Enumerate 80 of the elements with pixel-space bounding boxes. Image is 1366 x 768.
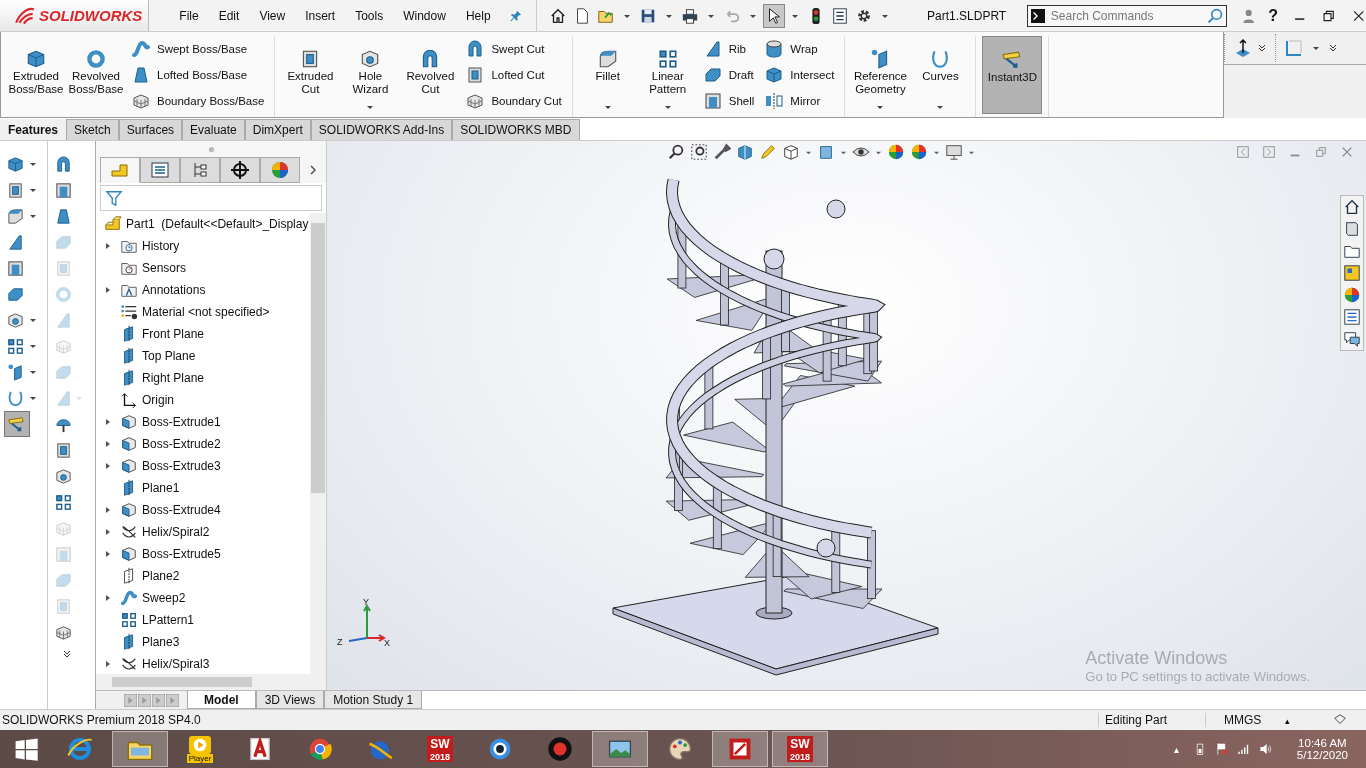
- tree-item[interactable]: Boss-Extrude5: [96, 543, 310, 565]
- unit-system-button[interactable]: MMGS ▴: [1205, 713, 1315, 727]
- ribbon-tab[interactable]: Sketch: [66, 119, 119, 140]
- tree-item[interactable]: Part1 (Default<<Default>_Display: [96, 213, 310, 235]
- ribbon-button[interactable]: Extruded Cut: [281, 36, 340, 114]
- editing-mode: Editing Part: [1098, 713, 1205, 727]
- tree-item[interactable]: Right Plane: [96, 367, 310, 389]
- ribbon-button[interactable]: Fillet: [578, 36, 637, 114]
- ribbon-button[interactable]: Mirror: [760, 88, 839, 114]
- tree-item[interactable]: Sensors: [96, 257, 310, 279]
- ribbon-button[interactable]: Lofted Boss/Base: [127, 62, 269, 88]
- tree-item[interactable]: Origin: [96, 389, 310, 411]
- app-name: SOLIDWORKS: [39, 7, 143, 24]
- ribbon-button[interactable]: Boundary Cut: [461, 88, 566, 114]
- ribbon-tab[interactable]: Surfaces: [118, 119, 183, 140]
- bottom-tab[interactable]: 3D Views: [255, 691, 325, 709]
- tree-item[interactable]: LPattern1: [96, 609, 310, 631]
- axis-label: Z: [337, 637, 343, 647]
- ribbon-tab[interactable]: DimXpert: [244, 119, 311, 140]
- tree-item[interactable]: Boss-Extrude1: [96, 411, 310, 433]
- app-logo[interactable]: SOLIDWORKS: [0, 0, 150, 31]
- tree-item[interactable]: Top Plane: [96, 345, 310, 367]
- ribbon-button[interactable]: Reference Geometry: [851, 36, 910, 114]
- ribbon-tab[interactable]: Evaluate: [182, 119, 245, 140]
- search-box[interactable]: Search Commands: [1026, 4, 1227, 27]
- menu-item[interactable]: View: [251, 8, 294, 23]
- tree-item[interactable]: Plane3: [96, 631, 310, 653]
- taskbar-button[interactable]: Player: [172, 731, 228, 767]
- activation-title: Activate Windows: [1085, 648, 1229, 669]
- tree-item[interactable]: Boss-Extrude4: [96, 499, 310, 521]
- ribbon-button[interactable]: Rib: [698, 36, 759, 62]
- tree-item[interactable]: Helix/Spiral2: [96, 521, 310, 543]
- bottom-tab[interactable]: Motion Study 1: [324, 691, 423, 709]
- ribbon-button[interactable]: Revolved Cut: [401, 36, 460, 114]
- activation-message: Go to PC settings to activate Windows.: [1085, 669, 1310, 684]
- ribbon-button[interactable]: Lofted Cut: [461, 62, 566, 88]
- menu-item[interactable]: Help: [457, 8, 499, 23]
- ribbon-button[interactable]: Swept Boss/Base: [127, 36, 269, 62]
- document-title: Part1.SLDPRT: [927, 8, 1008, 23]
- ribbon-tab[interactable]: SOLIDWORKS MBD: [452, 119, 580, 140]
- tree-item[interactable]: History: [96, 235, 310, 257]
- menu-item[interactable]: File: [171, 8, 207, 23]
- bottom-tab[interactable]: Model: [187, 691, 256, 709]
- menu-item[interactable]: Window: [395, 8, 454, 23]
- ribbon-button[interactable]: Shell: [698, 88, 759, 114]
- product-version: SOLIDWORKS Premium 2018 SP4.0: [1, 713, 202, 727]
- ribbon-button[interactable]: Intersect: [760, 62, 839, 88]
- tree-item[interactable]: Material <not specified>: [96, 301, 310, 323]
- ribbon-button[interactable]: Extruded Boss/Base: [7, 36, 65, 114]
- ribbon-button[interactable]: Linear Pattern: [638, 36, 697, 114]
- tray-arrow[interactable]: ▴: [1173, 743, 1179, 755]
- tree-item[interactable]: Plane1: [96, 477, 310, 499]
- ribbon-button[interactable]: Revolved Boss/Base: [67, 36, 125, 114]
- clock-date: 5/12/2020: [1296, 749, 1348, 761]
- ribbon-button[interactable]: Swept Cut: [461, 36, 566, 62]
- menu-item[interactable]: Tools: [347, 8, 392, 23]
- taskbar-button[interactable]: SW 2018: [772, 731, 828, 767]
- ribbon-button[interactable]: Hole Wizard: [341, 36, 400, 114]
- help-button[interactable]: ?: [1268, 6, 1278, 25]
- tree-item[interactable]: Boss-Extrude2: [96, 433, 310, 455]
- ribbon-tab[interactable]: Features: [0, 119, 67, 140]
- ribbon-tab[interactable]: SOLIDWORKS Add-Ins: [310, 119, 453, 140]
- tree-item[interactable]: Annotations: [96, 279, 310, 301]
- tree-item[interactable]: Sweep2: [96, 587, 310, 609]
- taskbar-button[interactable]: SW 2018: [412, 731, 468, 767]
- ribbon-button[interactable]: Wrap: [760, 36, 839, 62]
- ribbon-button[interactable]: Draft: [698, 62, 759, 88]
- tree-item[interactable]: Helix/Spiral3: [96, 653, 310, 674]
- menu-item[interactable]: Edit: [210, 8, 248, 23]
- ribbon-button[interactable]: Curves: [911, 36, 970, 114]
- search-field[interactable]: Search Commands: [1048, 7, 1203, 24]
- ribbon-button[interactable]: Boundary Boss/Base: [127, 88, 269, 114]
- axis-label: Y: [363, 597, 369, 607]
- tree-item[interactable]: Plane2: [96, 565, 310, 587]
- ribbon-button[interactable]: Instant3D: [982, 36, 1043, 114]
- tree-item[interactable]: Boss-Extrude3: [96, 455, 310, 477]
- axis-label: X: [384, 638, 390, 648]
- clock-time: 10:46 AM: [1298, 737, 1347, 749]
- menu-item[interactable]: Insert: [297, 8, 344, 23]
- tree-item[interactable]: Front Plane: [96, 323, 310, 345]
